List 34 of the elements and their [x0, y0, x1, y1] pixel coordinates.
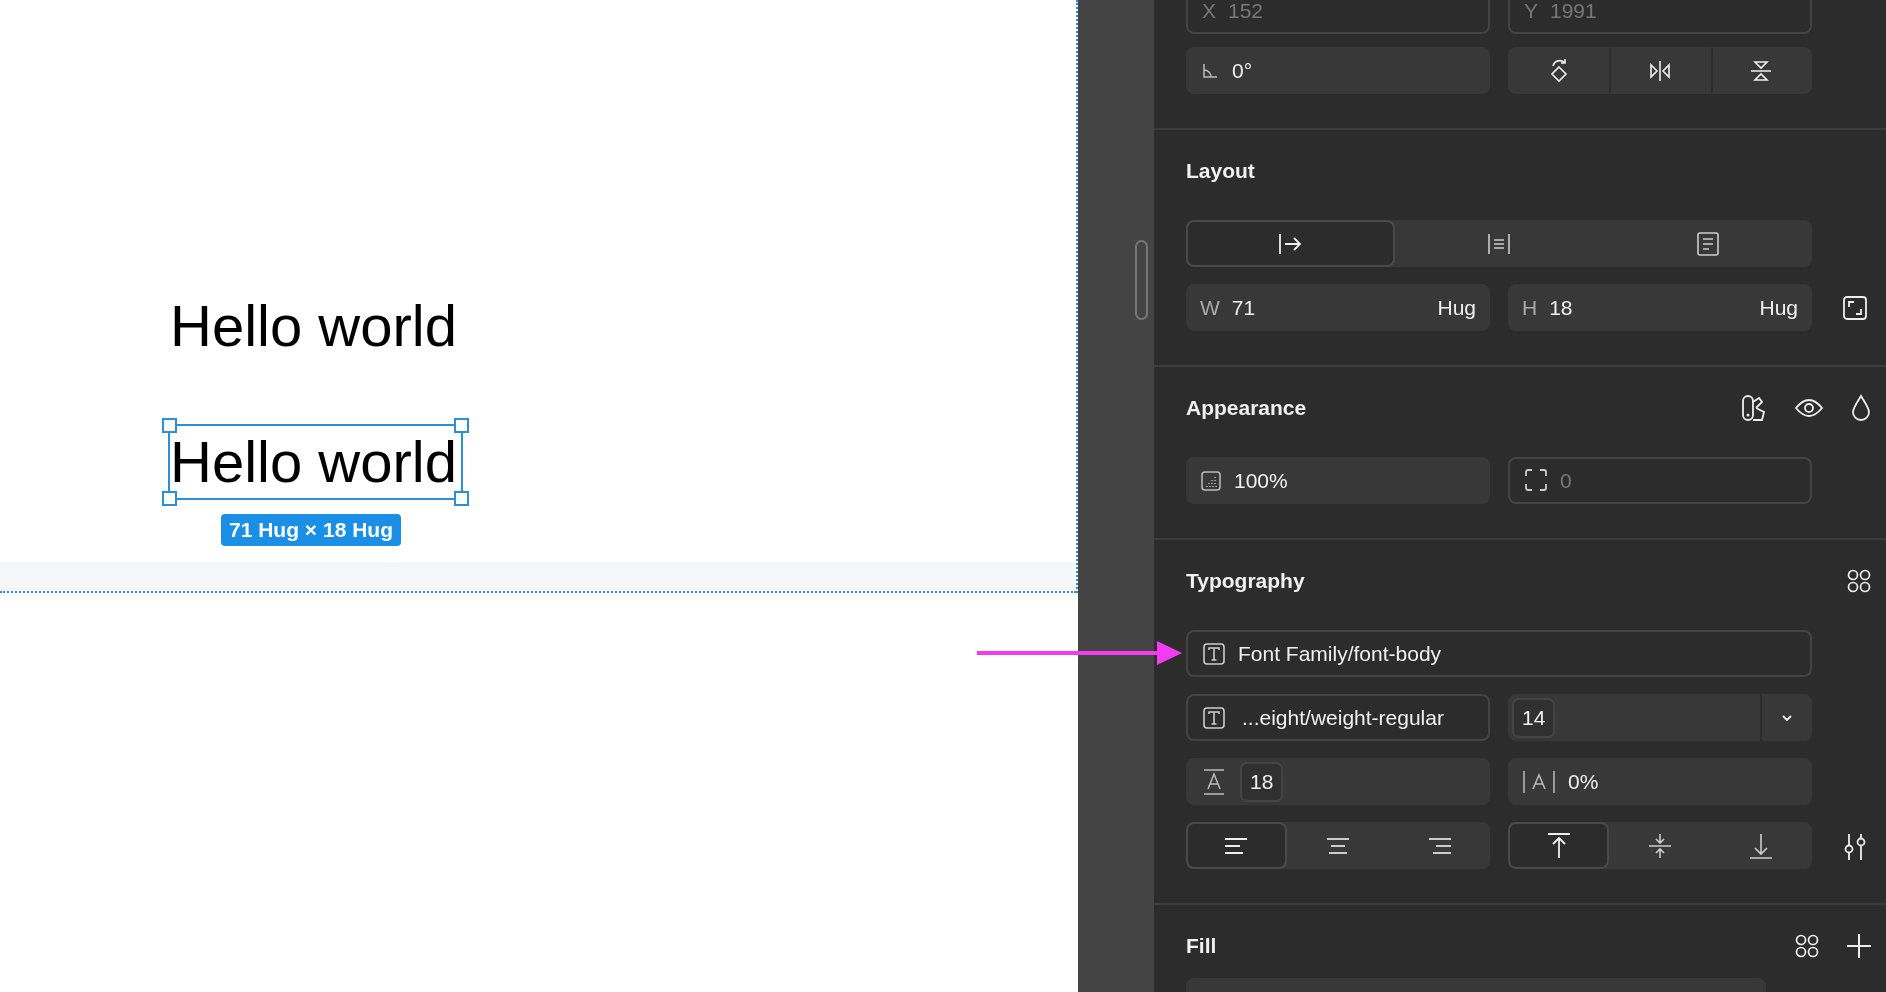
- field-value: 18: [1549, 295, 1574, 320]
- size-field[interactable]: W 71 Hug: [1186, 284, 1490, 331]
- field-value: 71: [1231, 295, 1257, 320]
- size-field[interactable]: H 18 Hug: [1508, 284, 1812, 331]
- field-value: 0°: [1232, 58, 1253, 83]
- field-label: W: [1200, 295, 1220, 320]
- field-value: 14: [1512, 697, 1556, 738]
- font-size-field[interactable]: 14: [1508, 694, 1812, 741]
- corner-radius-field[interactable]: 0: [1508, 457, 1812, 504]
- canvas-text[interactable]: Hello world: [168, 424, 463, 500]
- sizing-mode: Hug: [1759, 295, 1798, 320]
- field-value: 18: [1240, 761, 1284, 802]
- font-family-field[interactable]: Font Family/font-body: [1186, 630, 1812, 677]
- section-title: Typography: [1186, 569, 1305, 593]
- canvas-text[interactable]: Hello world: [168, 288, 463, 364]
- opacity-field[interactable]: 100%: [1186, 457, 1490, 504]
- line-height-field[interactable]: 18: [1186, 758, 1490, 805]
- letter-spacing-field[interactable]: 0%: [1508, 758, 1812, 805]
- field-value: 100%: [1234, 468, 1288, 493]
- field-label: X: [1202, 0, 1216, 23]
- sizing-mode: Hug: [1437, 295, 1476, 320]
- field-value: ...eight/weight-regular: [1241, 705, 1444, 730]
- size-badge: 71 Hug × 18 Hug: [221, 514, 401, 546]
- field-label: Y: [1524, 0, 1538, 23]
- rotation-field[interactable]: 0°: [1186, 47, 1490, 94]
- field-value: 0%: [1568, 769, 1599, 794]
- section-title: Appearance: [1186, 396, 1307, 420]
- section-title: Layout: [1186, 158, 1256, 184]
- font-weight-field[interactable]: ...eight/weight-regular: [1186, 694, 1490, 741]
- section-title: Fill: [1186, 934, 1217, 958]
- field-label: H: [1522, 295, 1538, 320]
- field-value: 152: [1228, 0, 1264, 23]
- field-value: 1991: [1550, 0, 1597, 23]
- field-value: Font Family/font-body: [1238, 641, 1442, 666]
